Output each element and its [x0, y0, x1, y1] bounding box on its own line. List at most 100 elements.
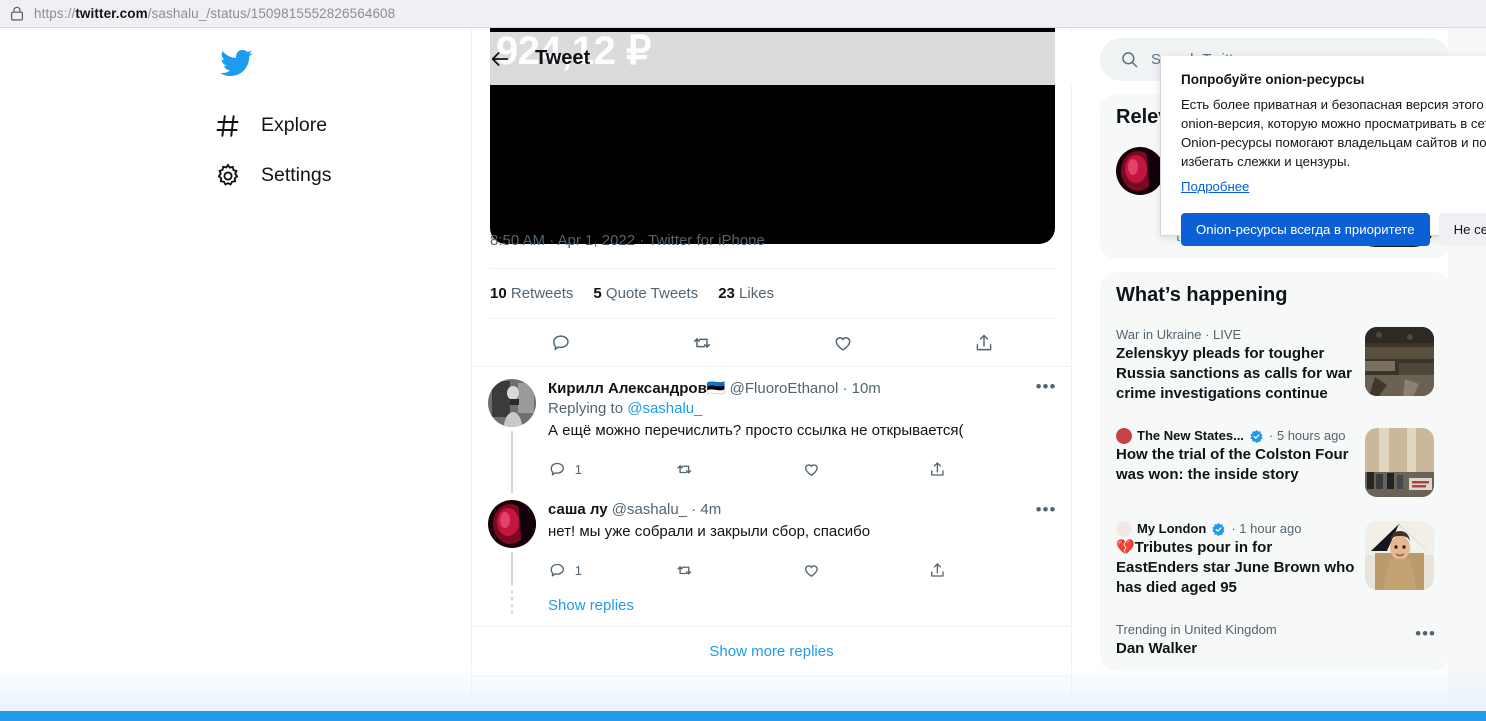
- sidebar-item-settings[interactable]: Settings: [200, 151, 347, 201]
- sidebar-item-explore[interactable]: Explore: [200, 101, 343, 151]
- like-heart-icon: [835, 336, 851, 351]
- reply-author-line: саша лу @sashalu_ · 4m: [548, 501, 722, 518]
- reply-count: 1: [574, 461, 582, 477]
- avatar-image: [1116, 147, 1164, 195]
- prioritize-onion-button[interactable]: Onion-ресурсы всегда в приоритете: [1181, 213, 1430, 246]
- search-icon: [1122, 52, 1138, 68]
- trend-source-line: The New States... · 5 hours ago: [1116, 428, 1355, 444]
- trend-category: Trending in United Kingdom: [1116, 622, 1277, 637]
- verified-badge-icon: [1250, 429, 1263, 443]
- avatar-image: [488, 500, 536, 548]
- tweet-stats-container: 10 Retweets 5 Quote Tweets 23 Likes: [490, 268, 1055, 302]
- stat-likes[interactable]: 23 Likes: [718, 285, 774, 302]
- reply-body: саша лу @sashalu_ · 4m нет! мы уже собра…: [548, 500, 1055, 622]
- popup-body-line: Onion-ресурсы помогают владельцам сайтов…: [1181, 135, 1486, 150]
- trend-item[interactable]: War in Ukraine · LIVE Zelenskyy pleads f…: [1100, 315, 1450, 416]
- share-icon: [931, 461, 944, 476]
- reply-body: Кирилл Александров🇪🇪 @FluoroEthanol · 10…: [548, 379, 1055, 486]
- reply-timestamp[interactable]: 10m: [852, 380, 881, 397]
- reply-author-handle[interactable]: @sashalu_: [612, 501, 687, 518]
- reply-author-name[interactable]: саша лу: [548, 501, 608, 518]
- share-button[interactable]: [928, 460, 1055, 479]
- popup-body-line: Есть более приватная и безопасная версия…: [1181, 97, 1486, 112]
- browser-url-bar[interactable]: https://twitter.com/sashalu_/status/1509…: [0, 0, 1486, 28]
- trend-item[interactable]: The New States... · 5 hours ago How the …: [1100, 416, 1450, 509]
- not-now-button[interactable]: Не сейчас: [1438, 213, 1486, 246]
- url-domain: twitter.com: [75, 6, 148, 21]
- thread-connector-line: [511, 431, 513, 493]
- popup-button-row: Onion-ресурсы всегда в приоритете Не сей…: [1181, 213, 1486, 246]
- reply-timestamp[interactable]: 4m: [700, 501, 721, 518]
- popup-body: Есть более приватная и безопасная версия…: [1181, 95, 1486, 171]
- share-button[interactable]: [914, 332, 1055, 354]
- retweet-icon: [677, 464, 692, 474]
- avatar[interactable]: [488, 500, 536, 548]
- popup-title: Попробуйте onion-ресурсы: [1181, 72, 1365, 87]
- thread-dotted-line: [511, 590, 513, 614]
- trend-item[interactable]: Trending in United Kingdom Dan Walker ••…: [1100, 610, 1450, 671]
- show-more-replies-button[interactable]: Show more replies: [472, 626, 1071, 677]
- share-icon: [977, 334, 992, 350]
- share-button[interactable]: [928, 561, 1055, 580]
- gear-icon: [217, 163, 239, 186]
- more-options-icon[interactable]: •••: [1035, 501, 1057, 524]
- retweet-button[interactable]: [675, 460, 802, 479]
- twitter-bird-logo[interactable]: [219, 46, 253, 80]
- more-options-icon[interactable]: •••: [1035, 378, 1057, 401]
- back-arrow-icon[interactable]: [489, 48, 511, 70]
- reply-text: нет! мы уже собрали и закрыли сбор, спас…: [548, 523, 871, 540]
- sidebar-item-label: Settings: [261, 164, 332, 187]
- twitter-page: Explore Settings ор на ноутбук 924,12 ₽ …: [0, 28, 1486, 721]
- stat-quote-tweets[interactable]: 5 Quote Tweets: [593, 285, 698, 302]
- stat-retweets[interactable]: 10 Retweets: [490, 285, 573, 302]
- trend-body: Trending in United Kingdom Dan Walker: [1116, 622, 1434, 659]
- trend-source-name: My London: [1137, 521, 1207, 536]
- retweet-button[interactable]: [631, 332, 772, 354]
- reply-item[interactable]: саша лу @sashalu_ · 4m нет! мы уже собра…: [472, 490, 1071, 626]
- page-title: Tweet: [535, 47, 591, 69]
- whats-happening-title: What’s happening: [1116, 284, 1288, 306]
- author-flag-emoji: 🇪🇪: [706, 380, 726, 397]
- reply-author-name[interactable]: Кирилл Александров: [548, 380, 707, 397]
- replying-to-handle[interactable]: @sashalu_: [627, 400, 702, 417]
- reply-author-line: Кирилл Александров🇪🇪 @FluoroEthanol · 10…: [548, 380, 881, 397]
- tweet-action-bar: [490, 318, 1055, 366]
- reply-button[interactable]: [490, 332, 631, 354]
- show-replies-link[interactable]: Show replies: [548, 587, 1055, 622]
- more-options-icon[interactable]: •••: [1415, 624, 1436, 644]
- reply-count: 1: [574, 562, 582, 578]
- avatar[interactable]: [1116, 147, 1164, 195]
- retweet-icon: [693, 337, 710, 348]
- reply-author-handle[interactable]: @FluoroEthanol: [730, 380, 839, 397]
- learn-more-link[interactable]: Подробнее: [1181, 179, 1249, 194]
- trend-body: War in Ukraine · LIVE Zelenskyy pleads f…: [1116, 327, 1355, 404]
- trend-category: War in Ukraine · LIVE: [1116, 327, 1242, 342]
- protest-crowd-thumbnail: [1365, 428, 1434, 497]
- trend-item[interactable]: My London · 1 hour ago 💔Tributes pour in…: [1100, 509, 1450, 610]
- reply-button[interactable]: 1: [548, 561, 675, 580]
- trend-source-name: The New States...: [1137, 428, 1244, 443]
- like-heart-icon: [804, 463, 818, 476]
- like-heart-icon: [804, 564, 818, 577]
- reply-item[interactable]: Кирилл Александров🇪🇪 @FluoroEthanol · 10…: [472, 366, 1071, 493]
- trend-body: My London · 1 hour ago 💔Tributes pour in…: [1116, 521, 1355, 598]
- reply-icon: [550, 462, 564, 476]
- reply-text: А ещё можно перечислить? просто ссылка н…: [548, 422, 964, 439]
- popup-body-line: избегать слежки и цензуры.: [1181, 154, 1351, 169]
- url-path: /sashalu_/status/1509815552826564608: [147, 6, 396, 21]
- avatar-column: [488, 379, 536, 493]
- tweet-stats: 10 Retweets 5 Quote Tweets 23 Likes: [490, 285, 1055, 302]
- trend-title: Zelenskyy pleads for tougher Russia sanc…: [1116, 345, 1352, 402]
- reply-button[interactable]: 1: [548, 460, 675, 479]
- reply-action-bar: 1: [548, 452, 1055, 486]
- share-icon: [931, 562, 944, 577]
- avatar[interactable]: [488, 379, 536, 427]
- retweet-button[interactable]: [675, 561, 802, 580]
- like-button[interactable]: [802, 460, 929, 479]
- trend-title: How the trial of the Colston Four was wo…: [1116, 446, 1349, 483]
- url-prefix: https://: [34, 6, 76, 21]
- bottom-blue-bar: [0, 711, 1486, 721]
- like-button[interactable]: [802, 561, 929, 580]
- like-button[interactable]: [773, 332, 914, 354]
- reply-action-bar: 1: [548, 553, 1055, 587]
